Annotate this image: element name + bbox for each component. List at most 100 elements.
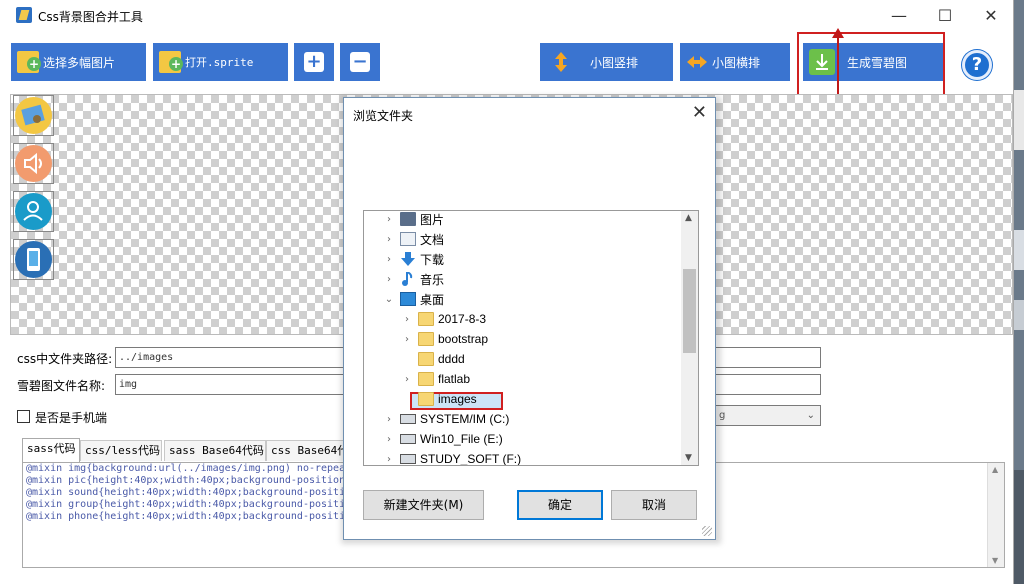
folder-tree[interactable]: › 图片 › 文档 › 下载 › 音乐 ⌄ 桌面 › 2017-8-3 › bo… [363,210,699,466]
chevron-right-icon[interactable]: › [402,374,412,385]
vertical-layout-button[interactable]: 小图竖排 [540,43,673,81]
open-sprite-button[interactable]: 打开.sprite [153,43,288,81]
chevron-right-icon[interactable]: › [384,434,394,445]
add-button[interactable]: + [294,43,334,81]
chevron-right-icon[interactable]: › [384,254,394,265]
tree-node-drive[interactable]: › STUDY_SOFT (F:) [384,449,522,466]
mobile-checkbox[interactable] [17,410,30,423]
horizontal-layout-button[interactable]: 小图横排 [680,43,790,81]
group-icon [15,193,52,230]
tree-node-label: flatlab [438,372,471,386]
sprite-sound[interactable] [13,143,54,184]
folder-icon [418,352,434,366]
chevron-right-icon[interactable]: › [384,214,394,225]
desktop-icon [400,292,416,306]
scroll-up-icon[interactable]: ▲ [685,213,692,223]
drive-icon [400,434,416,444]
browse-folder-dialog: 浏览文件夹 ✕ › 图片 › 文档 › 下载 › 音乐 ⌄ 桌面 › 2017-… [343,97,716,540]
resize-grip-icon[interactable] [702,526,712,536]
option-select[interactable]: g ⌄ [714,405,821,426]
tree-node-folder[interactable]: dddd [402,349,465,369]
tree-node-images-selected[interactable]: images [402,389,477,409]
tab-sass-base64[interactable]: sass Base64代码 [164,440,266,461]
pictures-icon [400,212,416,226]
tree-node-label: dddd [438,352,465,366]
tree-node-documents[interactable]: › 文档 [384,229,444,249]
minimize-button[interactable]: — [876,0,922,32]
tree-node-label: Win10_File (E:) [420,432,503,446]
tree-node-label: 桌面 [420,292,445,307]
tree-node-drive[interactable]: › Win10_File (E:) [384,429,503,449]
sprite-phone[interactable] [13,239,54,280]
horizontal-layout-label: 小图横排 [712,55,761,70]
tree-node-pictures[interactable]: › 图片 [384,211,445,229]
background-window-edge [1014,0,1024,584]
tree-node-drive[interactable]: › SYSTEM/IM (C:) [384,409,509,429]
title-bar: Css背景图合并工具 — ☐ ✕ [0,0,1014,32]
tree-node-label: SYSTEM/IM (C:) [420,412,510,426]
tree-node-desktop[interactable]: ⌄ 桌面 [384,289,444,309]
close-button[interactable]: ✕ [968,0,1014,32]
folder-icon [418,392,434,406]
tree-node-label: 下载 [420,252,445,267]
maximize-button[interactable]: ☐ [922,0,968,32]
css-path-label: css中文件夹路径: [17,352,113,366]
mobile-label: 是否是手机端 [35,411,108,425]
select-images-button[interactable]: 选择多幅图片 [11,43,146,81]
tree-node-label: 2017-8-3 [438,312,487,326]
dialog-title: 浏览文件夹 [353,109,414,123]
phone-icon [15,241,52,278]
music-note-icon [400,271,416,286]
minus-icon: − [350,52,370,72]
download-arrow-icon [400,252,416,266]
sprite-group[interactable] [13,191,54,232]
documents-icon [400,232,416,246]
scroll-down-icon[interactable]: ▼ [992,556,998,565]
folder-icon [418,312,434,326]
scrollbar-thumb[interactable] [683,269,696,353]
tab-sass[interactable]: sass代码 [22,438,80,462]
help-button[interactable]: ? [962,50,992,80]
tree-scrollbar[interactable]: ▲ ▼ [681,211,698,465]
folder-icon [418,332,434,346]
folder-icon [418,372,434,386]
chevron-right-icon[interactable]: › [402,314,412,325]
cancel-button[interactable]: 取消 [611,490,697,520]
photo-icon [15,97,52,134]
chevron-right-icon[interactable]: › [384,414,394,425]
app-icon [16,7,32,23]
chevron-down-icon[interactable]: ⌄ [384,294,394,305]
tree-node-folder[interactable]: › flatlab [402,369,470,389]
plus-icon: + [304,52,324,72]
horizontal-arrows-icon [686,51,708,73]
annotation-arrow-icon [832,28,844,38]
scroll-up-icon[interactable]: ▲ [992,465,998,474]
select-images-label: 选择多幅图片 [43,55,116,70]
drive-icon [400,414,416,424]
scroll-down-icon[interactable]: ▼ [685,453,692,463]
tree-node-label: bootstrap [438,332,489,346]
tree-node-downloads[interactable]: › 下载 [384,249,444,269]
folder-open-icon [159,51,183,73]
tab-css-less[interactable]: css/less代码 [80,440,162,461]
folder-add-icon [17,51,41,73]
tree-node-label: 图片 [420,212,445,227]
chevron-right-icon[interactable]: › [402,334,412,345]
tab-css-base64[interactable]: css Base64代 [266,440,344,461]
tree-node-folder[interactable]: › bootstrap [402,329,488,349]
chevron-right-icon[interactable]: › [384,274,394,285]
chevron-right-icon[interactable]: › [384,454,394,465]
dialog-close-button[interactable]: ✕ [692,102,707,123]
sound-icon [15,145,52,182]
remove-button[interactable]: − [340,43,380,81]
sprite-name-label: 雪碧图文件名称: [17,379,106,393]
chevron-down-icon: ⌄ [806,410,815,421]
ok-button[interactable]: 确定 [517,490,603,520]
tree-node-music[interactable]: › 音乐 [384,269,444,289]
tree-node-folder[interactable]: › 2017-8-3 [402,309,486,329]
sprite-photo[interactable] [13,95,54,136]
code-scrollbar[interactable]: ▲ ▼ [987,463,1004,567]
tree-node-label: STUDY_SOFT (F:) [420,452,522,466]
new-folder-button[interactable]: 新建文件夹(M) [363,490,484,520]
chevron-right-icon[interactable]: › [384,234,394,245]
